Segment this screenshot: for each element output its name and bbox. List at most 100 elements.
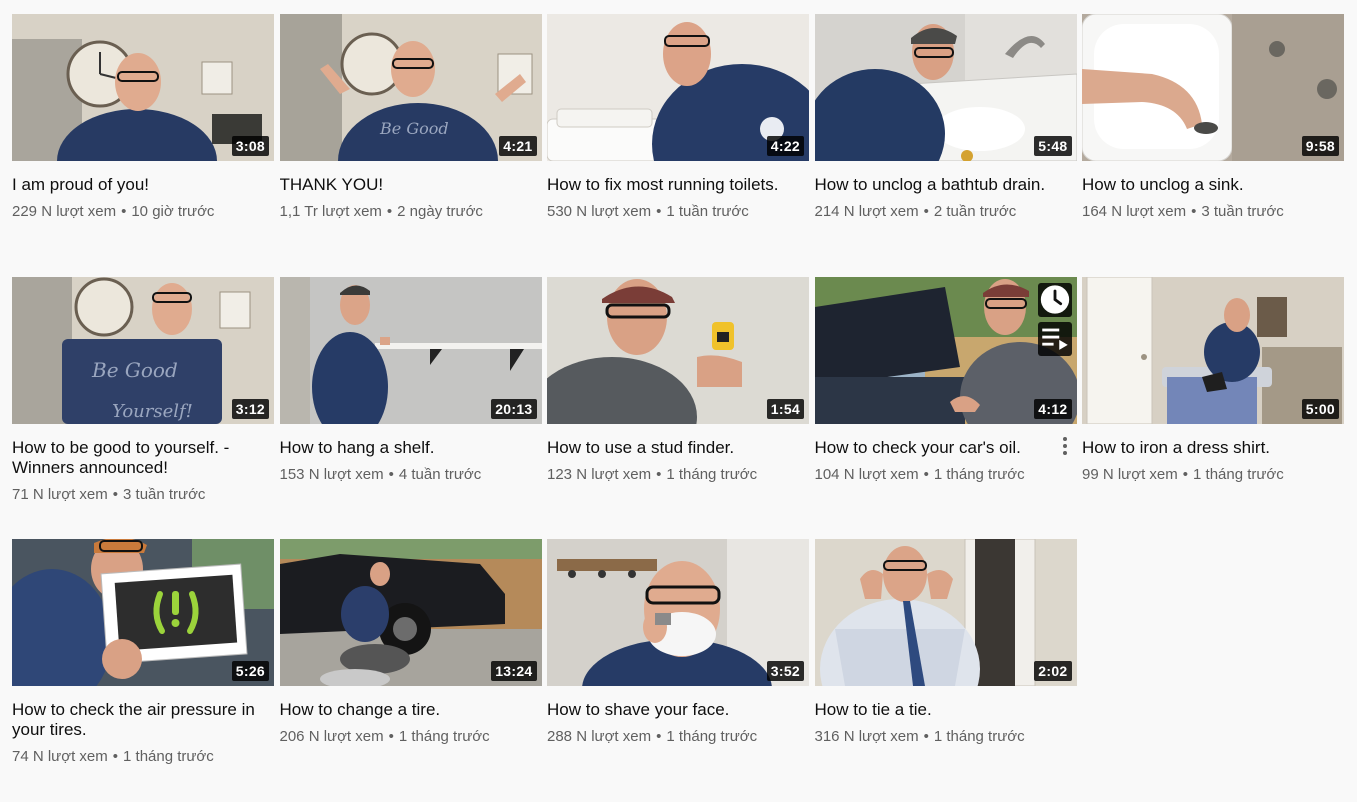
video-title[interactable]: How to shave your face.: [547, 700, 809, 720]
video-meta: 99 N lượt xem • 1 tháng trước: [1082, 465, 1344, 485]
video-title[interactable]: How to be good to yourself. - Winners an…: [12, 438, 274, 478]
video-duration: 5:00: [1301, 398, 1339, 419]
queue-icon: [1041, 328, 1068, 350]
shirt-text: Be Good: [91, 358, 178, 382]
video-duration: 2:02: [1034, 661, 1072, 681]
more-actions-button[interactable]: [1059, 435, 1071, 457]
meta-separator: •: [923, 465, 929, 483]
video-title[interactable]: How to change a tire.: [280, 700, 542, 720]
video-card[interactable]: 9:58 How to unclog a sink. 164 N lượt xe…: [1082, 14, 1344, 277]
video-card[interactable]: 4:12 How to check your car's oil. 104 N …: [814, 276, 1077, 540]
video-duration: 1:54: [766, 398, 804, 419]
video-card[interactable]: Be Good 4:21 THANK YOU! 1,1 Tr lượt xem •…: [279, 14, 542, 277]
vertical-dots-icon: [1062, 443, 1067, 448]
video-thumbnail[interactable]: 5:00: [1082, 276, 1344, 424]
upload-age: 2 tuần trước: [933, 203, 1017, 220]
video-thumbnail[interactable]: 3:52: [547, 539, 809, 686]
video-duration: 4:21: [499, 136, 537, 156]
view-count: 288 N lượt xem: [547, 728, 652, 745]
view-count: 99 N lượt xem: [1082, 465, 1178, 483]
upload-age: 4 tuần trước: [398, 465, 482, 483]
meta-separator: •: [121, 203, 127, 220]
view-count: 164 N lượt xem: [1082, 203, 1187, 220]
meta-separator: •: [656, 465, 662, 483]
video-title[interactable]: How to unclog a bathtub drain.: [815, 175, 1077, 195]
video-meta: 71 N lượt xem • 3 tuần trước: [12, 485, 274, 505]
shirt-text: Be Good: [379, 119, 449, 138]
video-thumbnail[interactable]: 9:58: [1082, 14, 1344, 161]
video-thumbnail[interactable]: 13:24: [279, 539, 542, 686]
upload-age: 1 tháng trước: [666, 728, 758, 745]
video-duration: 3:12: [231, 398, 269, 419]
video-card[interactable]: 3:08 I am proud of you! 229 N lượt xem • 1…: [12, 14, 274, 277]
video-title[interactable]: How to unclog a sink.: [1082, 175, 1344, 195]
video-meta: 530 N lượt xem • 1 tuần trước: [547, 202, 809, 222]
upload-age: 1 tháng trước: [1193, 465, 1284, 483]
video-title[interactable]: How to hang a shelf.: [280, 438, 542, 458]
video-title[interactable]: How to check your car's oil.: [815, 438, 1077, 458]
view-count: 123 N lượt xem: [547, 465, 652, 483]
video-card[interactable]: 5:00 How to iron a dress shirt. 99 N lượ…: [1082, 276, 1344, 540]
upload-age: 10 giờ trước: [131, 203, 215, 220]
video-thumbnail[interactable]: 2:02: [814, 539, 1077, 686]
upload-age: 3 tuần trước: [123, 485, 206, 503]
view-count: 214 N lượt xem: [814, 203, 919, 220]
video-title[interactable]: I am proud of you!: [12, 175, 274, 195]
video-title[interactable]: How to use a stud finder.: [547, 438, 809, 458]
video-meta: 214 N lượt xem • 2 tuần trước: [815, 202, 1077, 222]
video-card[interactable]: 3:52 How to shave your face. 288 N lượt …: [547, 539, 809, 802]
upload-age: 1 tháng trước: [666, 465, 758, 483]
video-card[interactable]: 5:26 How to check the air pressure in yo…: [12, 539, 274, 802]
video-thumbnail[interactable]: Be Good Yourself! 3:12: [12, 276, 274, 424]
video-meta: 164 N lượt xem • 3 tuần trước: [1082, 202, 1344, 222]
video-duration: 3:52: [766, 661, 804, 681]
video-thumbnail[interactable]: 1:54: [547, 276, 809, 424]
video-duration: 4:22: [766, 136, 804, 156]
video-meta: 316 N lượt xem • 1 tháng trước: [815, 727, 1077, 747]
video-thumbnail[interactable]: 4:12: [814, 276, 1077, 424]
meta-separator: •: [923, 728, 929, 745]
video-meta: 74 N lượt xem • 1 tháng trước: [12, 747, 274, 767]
video-thumbnail[interactable]: 3:08: [12, 14, 274, 161]
meta-separator: •: [656, 728, 662, 745]
view-count: 229 N lượt xem: [12, 203, 117, 220]
add-to-queue-button[interactable]: [1037, 321, 1072, 356]
meta-separator: •: [1182, 465, 1189, 483]
video-card[interactable]: 2:02 How to tie a tie. 316 N lượt xem • 1 …: [814, 539, 1077, 802]
video-title[interactable]: THANK YOU!: [280, 175, 542, 195]
video-card[interactable]: 13:24 How to change a tire. 206 N lượt x…: [279, 539, 542, 802]
video-card[interactable]: Be Good Yourself! 3:12 How to be good to…: [12, 276, 274, 540]
video-title[interactable]: How to iron a dress shirt.: [1082, 438, 1344, 458]
view-count: 206 N lượt xem: [279, 728, 384, 745]
video-title[interactable]: How to fix most running toilets.: [547, 175, 809, 195]
video-duration: 4:12: [1034, 398, 1072, 419]
video-duration: 5:48: [1034, 136, 1072, 156]
vertical-dots-icon: [1062, 436, 1067, 441]
video-title[interactable]: How to tie a tie.: [815, 700, 1077, 720]
view-count: 1,1 Tr lượt xem: [279, 203, 382, 220]
video-thumbnail[interactable]: 4:22: [547, 14, 809, 161]
upload-age: 1 tháng trước: [933, 465, 1025, 483]
video-thumbnail[interactable]: 5:48: [814, 14, 1077, 161]
video-thumbnail[interactable]: 5:26: [12, 539, 274, 686]
video-card[interactable]: 5:48 How to unclog a bathtub drain. 214 …: [814, 14, 1077, 277]
meta-separator: •: [656, 203, 662, 220]
video-grid: 3:08 I am proud of you! 229 N lượt xem • 1…: [12, 14, 1344, 802]
meta-separator: •: [388, 728, 394, 745]
video-meta: 123 N lượt xem • 1 tháng trước: [547, 465, 809, 485]
video-card[interactable]: 1:54 How to use a stud finder. 123 N lượ…: [547, 276, 809, 540]
view-count: 316 N lượt xem: [814, 728, 919, 745]
video-thumbnail[interactable]: Be Good 4:21: [279, 14, 542, 161]
view-count: 530 N lượt xem: [547, 203, 652, 220]
vertical-dots-icon: [1062, 450, 1067, 455]
upload-age: 3 tuần trước: [1201, 203, 1284, 220]
video-card[interactable]: 4:22 How to fix most running toilets. 53…: [547, 14, 809, 277]
video-card[interactable]: 20:13 How to hang a shelf. 153 N lượt xe…: [279, 276, 542, 540]
video-thumbnail[interactable]: 20:13: [279, 276, 542, 424]
upload-age: 1 tuần trước: [666, 203, 749, 220]
shirt-text: Yourself!: [112, 401, 193, 422]
video-title[interactable]: How to check the air pressure in your ti…: [12, 700, 274, 740]
upload-age: 2 ngày trước: [397, 203, 483, 220]
video-duration: 9:58: [1301, 136, 1339, 156]
video-duration: 20:13: [491, 398, 537, 419]
